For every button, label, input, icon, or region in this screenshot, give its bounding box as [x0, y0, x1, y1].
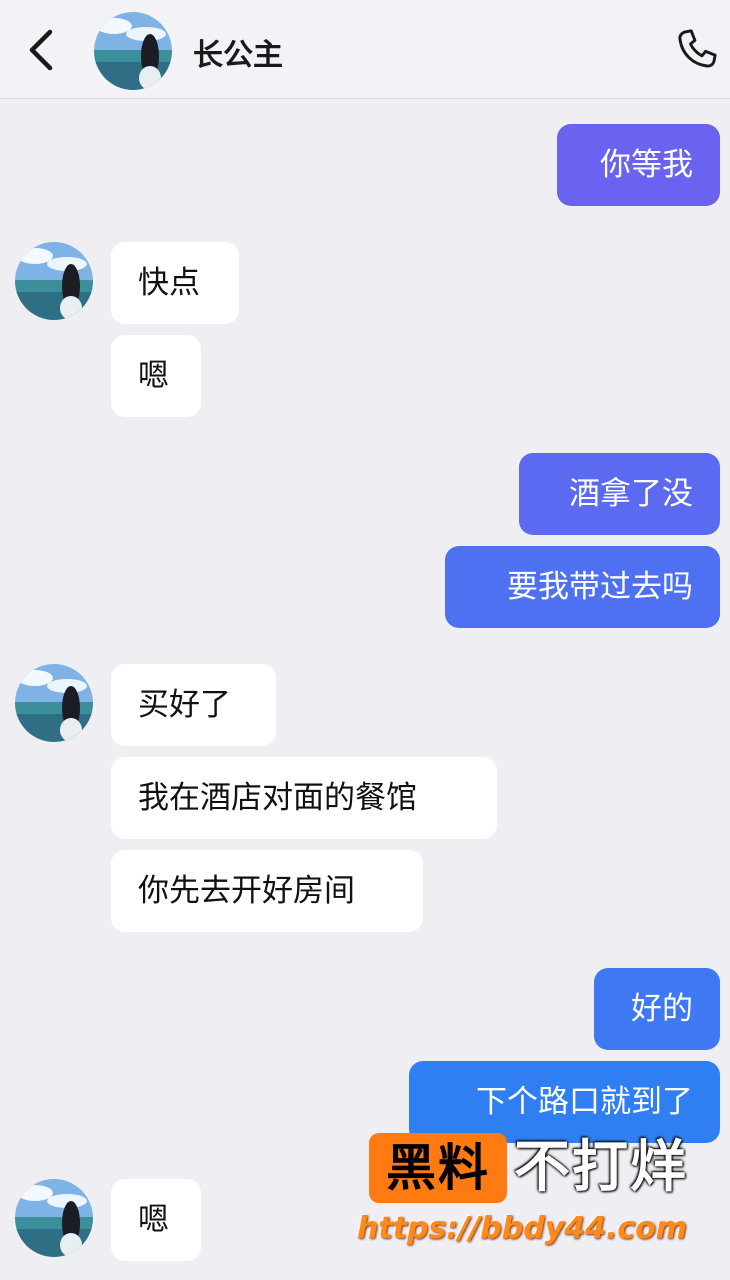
message-text: 你先去开好房间	[138, 873, 355, 909]
incoming-message[interactable]: 我在酒店对面的餐馆	[111, 757, 497, 839]
phone-icon[interactable]	[672, 26, 722, 76]
contact-avatar[interactable]	[15, 664, 93, 742]
message-text: 嗯	[138, 1202, 169, 1238]
chat-header: 长公主	[0, 0, 730, 99]
contact-avatar[interactable]	[94, 12, 172, 90]
watermark-text: 不打烊	[514, 1135, 688, 1200]
outgoing-message[interactable]: 好的	[594, 968, 720, 1050]
message-text: 你等我	[600, 147, 693, 183]
chevron-left-icon[interactable]	[22, 28, 62, 72]
message-text: 下个路口就到了	[476, 1084, 693, 1120]
incoming-message[interactable]: 你先去开好房间	[111, 850, 423, 932]
incoming-message[interactable]: 嗯	[111, 1179, 201, 1261]
watermark-url: https://bbdy44.com	[357, 1211, 688, 1246]
outgoing-message[interactable]: 酒拿了没	[519, 453, 720, 535]
message-text: 嗯	[138, 358, 169, 394]
contact-name: 长公主	[193, 38, 283, 73]
contact-avatar[interactable]	[15, 1179, 93, 1257]
outgoing-message[interactable]: 要我带过去吗	[445, 546, 720, 628]
watermark-badge: 黑料	[369, 1133, 507, 1203]
incoming-message[interactable]: 嗯	[111, 335, 201, 417]
message-text: 买好了	[138, 687, 231, 723]
message-text: 好的	[631, 991, 693, 1027]
contact-avatar[interactable]	[15, 242, 93, 320]
incoming-message[interactable]: 快点	[111, 242, 239, 324]
outgoing-message[interactable]: 你等我	[557, 124, 720, 206]
message-text: 酒拿了没	[569, 476, 693, 512]
message-text: 我在酒店对面的餐馆	[138, 780, 417, 816]
incoming-message[interactable]: 买好了	[111, 664, 276, 746]
message-text: 要我带过去吗	[507, 569, 693, 605]
message-text: 快点	[138, 265, 200, 301]
